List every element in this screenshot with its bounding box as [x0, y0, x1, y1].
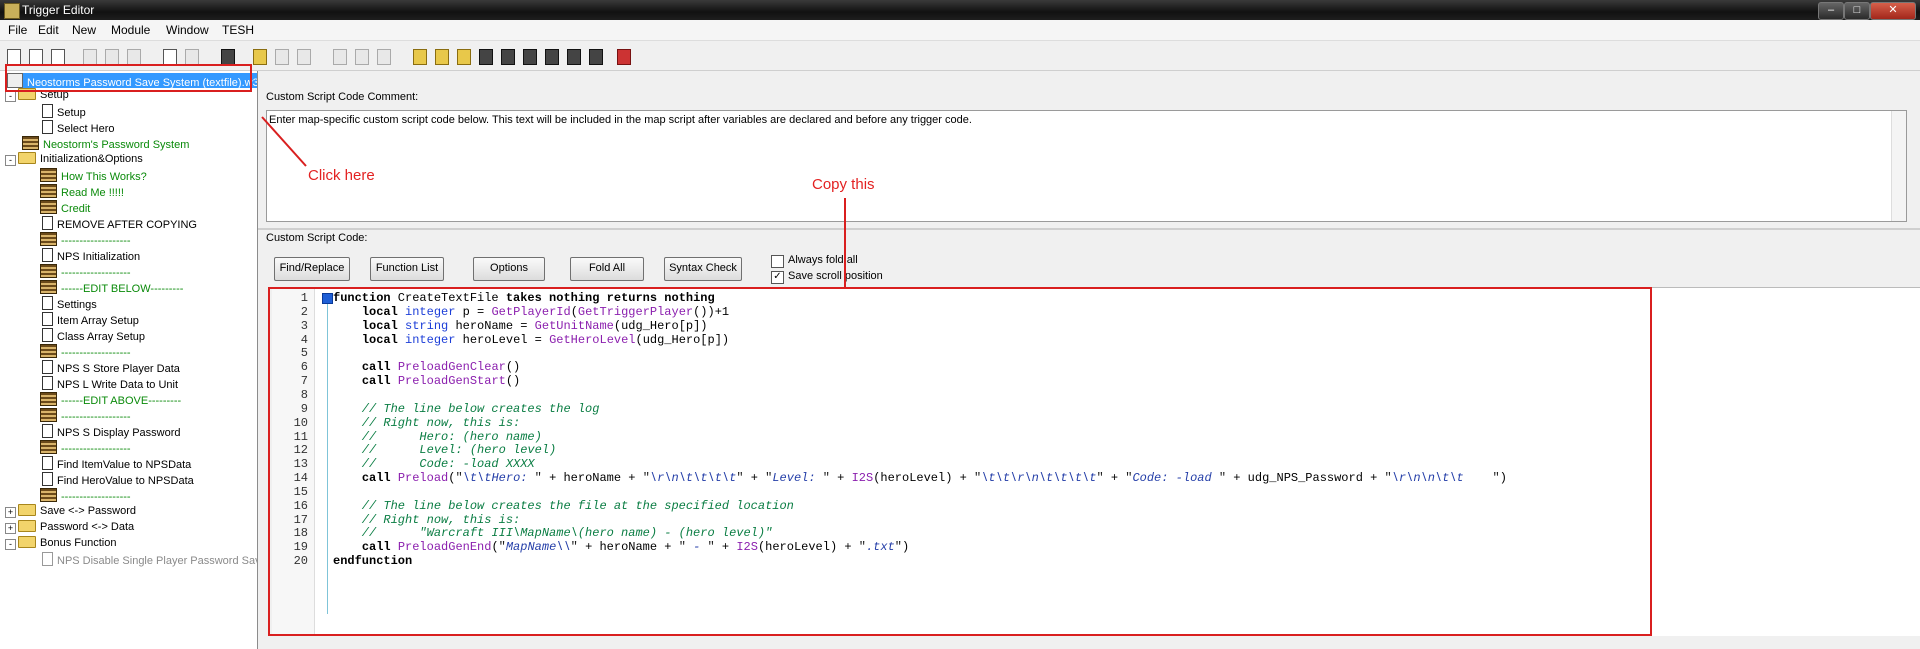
annotation-click-here: Click here: [308, 167, 375, 184]
annotation-arrows: [261, 116, 846, 287]
annotation-copy-this: Copy this: [812, 176, 875, 193]
arrow-click-here: [261, 116, 307, 167]
